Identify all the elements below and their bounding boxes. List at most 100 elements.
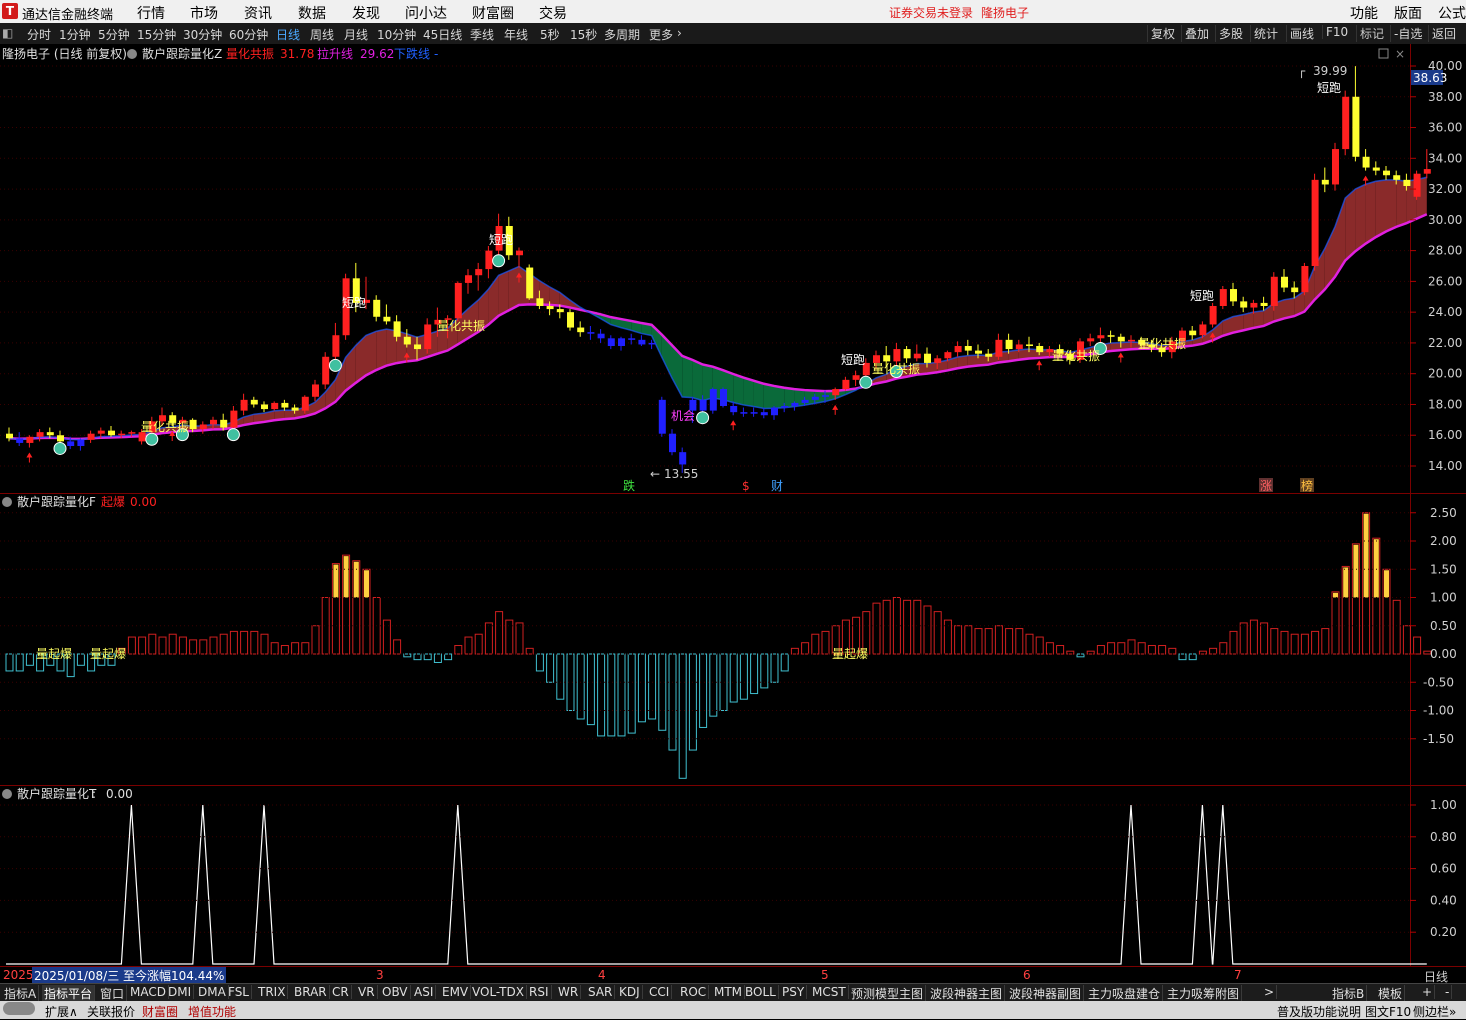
indicator-tab[interactable]: OBV xyxy=(380,985,411,999)
menu-faxian[interactable]: 发现 xyxy=(352,3,380,23)
indicator-tab[interactable]: MCST xyxy=(810,985,849,999)
period-daily[interactable]: 日线 xyxy=(276,26,300,43)
indicator-settings-icon[interactable] xyxy=(2,789,12,799)
indicator-tab[interactable]: KDJ xyxy=(617,985,643,999)
tool-mark[interactable]: 标记 xyxy=(1356,25,1387,42)
coin-icon xyxy=(859,375,873,389)
period-60min[interactable]: 60分钟 xyxy=(229,26,268,43)
period-45day[interactable]: 45日线 xyxy=(423,26,462,43)
login-warning[interactable]: 证券交易未登录 xyxy=(889,4,973,21)
status-related-quote[interactable]: 关联报价 xyxy=(87,1003,135,1020)
indicator-tab[interactable]: WR xyxy=(556,985,582,999)
indicator-tab[interactable]: DMI xyxy=(166,985,195,999)
zoom-in-button[interactable]: + xyxy=(1420,985,1436,999)
period-10min[interactable]: 10分钟 xyxy=(377,26,416,43)
menu-shuju[interactable]: 数据 xyxy=(298,3,326,23)
status-feature-desc[interactable]: 普及版功能说明 xyxy=(1277,1003,1361,1020)
menu-wenxiaoda[interactable]: 问小达 xyxy=(405,3,447,23)
status-sidebar[interactable]: 侧边栏» xyxy=(1413,1003,1456,1020)
chevron-right-icon[interactable]: › xyxy=(677,26,682,40)
toggle-switch[interactable] xyxy=(3,1002,35,1015)
tool-fuquan[interactable]: 复权 xyxy=(1147,25,1178,42)
indicator-tab[interactable]: PSY xyxy=(780,985,808,999)
candle-body xyxy=(1036,346,1044,353)
tool-zixuan[interactable]: -自选 xyxy=(1390,25,1425,42)
candle-body xyxy=(954,346,962,353)
period-weekly[interactable]: 周线 xyxy=(310,26,334,43)
indicator-tab[interactable]: CCI xyxy=(647,985,673,999)
indicator-tab[interactable]: EMV xyxy=(440,985,472,999)
indicator-tab[interactable]: ASI xyxy=(412,985,437,999)
period-fenshi[interactable]: 分时 xyxy=(27,26,51,43)
indicator-tab[interactable]: 指标A xyxy=(2,985,40,1002)
period-30min[interactable]: 30分钟 xyxy=(183,26,222,43)
indicator-tab[interactable]: VOL-TDX xyxy=(470,985,527,999)
indicator-settings-icon[interactable] xyxy=(127,49,137,59)
menu-banmian[interactable]: 版面 xyxy=(1394,3,1422,23)
event-marker-rank[interactable]: 榜 xyxy=(1301,478,1313,493)
event-marker-dividend[interactable]: $ xyxy=(742,479,750,493)
period-5sec[interactable]: 5秒 xyxy=(540,26,560,43)
tool-tongji[interactable]: 统计 xyxy=(1250,25,1281,42)
indicator-settings-icon[interactable] xyxy=(2,497,12,507)
menu-shichang[interactable]: 市场 xyxy=(190,3,218,23)
indicator-tab[interactable]: RSI xyxy=(527,985,552,999)
indicator-tab[interactable]: 波段神器主图 xyxy=(928,985,1006,1002)
status-f10[interactable]: 图文F10 xyxy=(1365,1003,1411,1020)
menu-caifuquan[interactable]: 财富圈 xyxy=(472,3,514,23)
period-5min[interactable]: 5分钟 xyxy=(98,26,130,43)
indicator-tab-bar: 指标A 指标平台 窗口 MACD DMI DMA FSL TRIX BRAR CR VR OBV ASI… xyxy=(0,983,1466,1002)
indicator-tab[interactable]: MTM xyxy=(712,985,746,999)
indicator-tab[interactable]: MACD xyxy=(128,985,169,999)
indicator-tab[interactable]: CR xyxy=(330,985,352,999)
menu-gongneng[interactable]: 功能 xyxy=(1350,3,1378,23)
zoom-out-button[interactable]: - xyxy=(1443,985,1453,999)
indicator-tab[interactable]: BOLL xyxy=(743,985,779,999)
candle-body xyxy=(760,412,768,416)
indicator-tab[interactable]: VR xyxy=(356,985,378,999)
menu-hangqing[interactable]: 行情 xyxy=(137,3,165,23)
sidebar-toggle-icon[interactable]: ◧ xyxy=(2,26,13,40)
period-multi[interactable]: 多周期 xyxy=(604,26,640,43)
menu-zixun[interactable]: 资讯 xyxy=(244,3,272,23)
event-marker-rise[interactable]: 涨 xyxy=(1260,478,1272,493)
indicator-tab[interactable]: TRIX xyxy=(256,985,289,999)
period-15sec[interactable]: 15秒 xyxy=(570,26,597,43)
indicator-tab[interactable]: DMA xyxy=(196,985,229,999)
event-marker-finance[interactable]: 财 xyxy=(771,479,783,493)
indicator-tab[interactable]: 窗口 xyxy=(98,985,128,1002)
event-marker-fall[interactable]: 跌 xyxy=(623,478,635,493)
period-monthly[interactable]: 月线 xyxy=(344,26,368,43)
period-year[interactable]: 年线 xyxy=(504,26,528,43)
status-value-added[interactable]: 增值功能 xyxy=(188,1003,236,1020)
indicator-tab[interactable]: FSL xyxy=(226,985,252,999)
tabs-more-icon[interactable]: > xyxy=(1262,985,1278,999)
indicator-tab[interactable]: 主力吸筹附图 xyxy=(1165,985,1243,1002)
menu-jiaoyi[interactable]: 交易 xyxy=(539,3,567,23)
indicator-tab[interactable]: ROC xyxy=(678,985,710,999)
tab-template[interactable]: 模板 xyxy=(1376,985,1406,1002)
menu-gongshi[interactable]: 公式 xyxy=(1438,3,1466,23)
indicator-tab[interactable]: BRAR xyxy=(292,985,330,999)
tool-huaxian[interactable]: 画线 xyxy=(1286,25,1317,42)
high-price-label: 39.99 xyxy=(1313,64,1347,78)
close-panel-icon[interactable]: × xyxy=(1395,47,1405,61)
status-expand[interactable]: 扩展∧ xyxy=(45,1003,78,1020)
indicator-tab[interactable]: SAR xyxy=(586,985,616,999)
tool-f10[interactable]: F10 xyxy=(1322,25,1351,39)
indicator-tab[interactable]: 预测模型主图 xyxy=(849,985,927,1002)
tool-duogu[interactable]: 多股 xyxy=(1215,25,1246,42)
period-more[interactable]: 更多 xyxy=(649,26,673,43)
indicator-tab[interactable]: 指标平台 xyxy=(42,985,96,1002)
chart-area[interactable]: 隆扬电子 (日线 前复权) 散户跟踪量化Z 量化共振 31.78 拉升线 29.… xyxy=(0,44,1466,966)
tool-fanhui[interactable]: 返回 xyxy=(1428,25,1459,42)
indicator-tab[interactable]: 主力吸盘建仓 xyxy=(1086,985,1164,1002)
tool-diejia[interactable]: 叠加 xyxy=(1181,25,1212,42)
candle-body xyxy=(720,389,727,406)
period-season[interactable]: 季线 xyxy=(470,26,494,43)
tab-indicator-b[interactable]: 指标B xyxy=(1330,985,1368,1002)
status-wealth-circle[interactable]: 财富圈 xyxy=(142,1003,178,1020)
period-1min[interactable]: 1分钟 xyxy=(59,26,91,43)
period-15min[interactable]: 15分钟 xyxy=(137,26,176,43)
indicator-tab[interactable]: 波段神器副图 xyxy=(1007,985,1085,1002)
